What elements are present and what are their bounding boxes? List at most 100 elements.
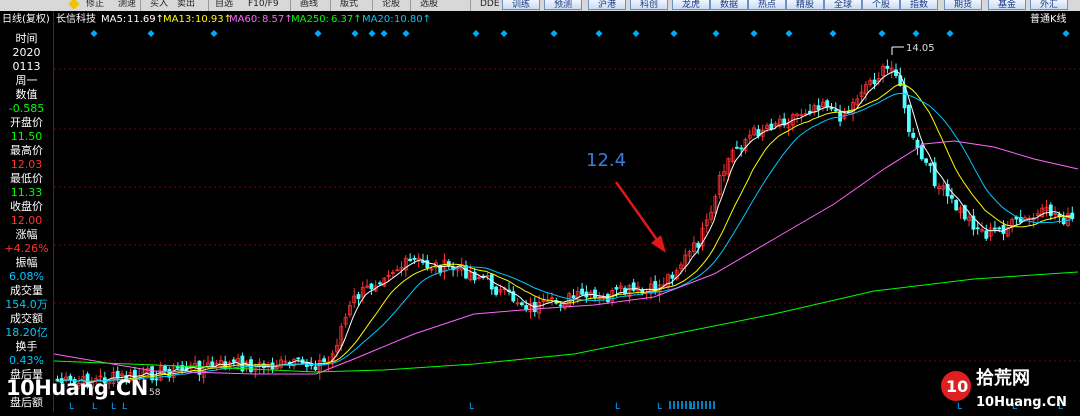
toolbar-button-7[interactable]: 精股 <box>786 0 824 10</box>
toolbar-separator <box>140 0 141 11</box>
toolbar-button-0[interactable]: 训练 <box>502 0 540 10</box>
high-price-marker: 14.05 <box>906 43 935 54</box>
amount-label: 成交额 <box>10 312 43 325</box>
toolbar-button-8[interactable]: 全球 <box>824 0 862 10</box>
candle-body <box>532 301 537 313</box>
candle-body <box>885 65 890 69</box>
candle-body <box>231 359 236 363</box>
toolbar-button-6[interactable]: 热点 <box>748 0 786 10</box>
event-letter-marker: L <box>111 402 116 412</box>
toolbar-button-1[interactable]: 预测 <box>544 0 582 10</box>
stock-name: 长信科技 <box>56 14 96 25</box>
toolbar-item-10[interactable]: DDE <box>480 0 500 10</box>
turnover-value: 0.43% <box>9 354 44 367</box>
year-value: 2020 <box>12 46 41 59</box>
event-marker-icon <box>785 29 793 38</box>
annotation-arrow-line <box>614 181 664 248</box>
ma20-label: MA20: <box>362 14 394 25</box>
candle-body <box>154 378 159 381</box>
event-marker-icon <box>368 29 376 38</box>
ma60-value: 8.57↑ <box>262 14 293 25</box>
kline-chart-canvas: L L L L L L L L L L L14.0558 <box>53 29 1080 412</box>
candle-body <box>356 294 361 300</box>
toolbar-button-11[interactable]: 期货 <box>944 0 982 10</box>
event-letter-marker: L <box>122 402 127 412</box>
candle-body <box>954 199 959 211</box>
candle-body <box>494 286 499 295</box>
toolbar-item-3[interactable]: 卖出 <box>177 0 195 10</box>
candle-body <box>412 258 417 260</box>
svg-text:10: 10 <box>946 377 968 396</box>
ma13-line <box>55 83 1071 383</box>
kline-chart[interactable]: L L L L L L L L L L L 14.05 58 <box>53 29 1080 412</box>
event-marker-icon <box>632 29 640 38</box>
toolbar-button-4[interactable]: 龙虎 <box>672 0 710 10</box>
candle-body <box>313 366 318 370</box>
ma13-label: MA13: <box>163 14 195 25</box>
candle-body <box>593 289 597 298</box>
ma5-value: 11.69↑ <box>127 14 165 25</box>
event-marker-icon <box>670 29 678 38</box>
high-value: 12.03 <box>10 158 43 171</box>
event-marker-icon <box>595 29 603 38</box>
candle-body <box>176 366 180 369</box>
candle-body <box>580 288 584 295</box>
volume-value: 154.0万 <box>5 298 48 311</box>
toolbar-button-10[interactable]: 指数 <box>900 0 938 10</box>
toolbar-item-9[interactable]: 选股 <box>420 0 438 10</box>
candle-body <box>739 147 744 150</box>
watermark-right-url: 10Huang.CN <box>976 395 1067 410</box>
toolbar-item-1[interactable]: 测速 <box>118 0 136 10</box>
ma13-value: 10.93↑ <box>195 14 233 25</box>
candle-body <box>975 227 980 230</box>
candle-body <box>1001 224 1006 234</box>
event-marker-icon <box>314 29 322 38</box>
chart-mode-selector[interactable]: 普通K线 <box>1030 11 1067 29</box>
toolbar-button-9[interactable]: 个股 <box>862 0 900 10</box>
candle-body <box>872 79 877 85</box>
candle-body <box>1048 204 1053 216</box>
toolbar-button-3[interactable]: 科创 <box>630 0 668 10</box>
open-value: 11.50 <box>10 130 43 143</box>
event-marker-icon <box>1062 29 1070 38</box>
ma20-line <box>55 92 1071 383</box>
toolbar-item-6[interactable]: 画线 <box>300 0 318 10</box>
volume-label: 成交量 <box>10 284 43 297</box>
event-marker-icon <box>380 29 388 38</box>
toolbar-item-4[interactable]: 自选 <box>215 0 233 10</box>
amount-value: 18.20亿 <box>5 326 48 339</box>
event-marker-icon <box>472 29 480 38</box>
candle-body <box>816 105 821 110</box>
candle-body <box>825 100 830 108</box>
toolbar-button-12[interactable]: 基金 <box>988 0 1026 10</box>
weekday-value: 周一 <box>15 74 38 87</box>
event-marker-icon <box>351 29 359 38</box>
candle-body <box>915 139 920 149</box>
candle-body <box>696 242 701 248</box>
toolbar-item-8[interactable]: 论股 <box>382 0 400 10</box>
toolbar-separator <box>330 0 331 11</box>
ma250-label: MA250: <box>291 14 329 25</box>
turnover-label: 换手 <box>15 340 38 353</box>
toolbar-item-7[interactable]: 版式 <box>340 0 358 10</box>
toolbar-item-5[interactable]: F10/F9 <box>248 0 279 10</box>
toolbar-button-13[interactable]: 外汇 <box>1030 0 1068 10</box>
ma-legend-bar: 日线(复权) 长信科技 MA5: 11.69↑ MA13: 10.93↑ MA6… <box>0 11 1080 29</box>
price-annotation: 12.4 <box>586 150 627 171</box>
toolbar-item-2[interactable]: 买入 <box>150 0 168 10</box>
candle-body <box>924 158 928 163</box>
toolbar-button-2[interactable]: 沪港 <box>588 0 626 10</box>
toolbar-separator <box>470 0 471 11</box>
period-label[interactable]: 日线(复权) <box>2 11 50 29</box>
toolbar-button-5[interactable]: 数据 <box>710 0 748 10</box>
candle-body <box>919 144 924 160</box>
candle-body <box>446 261 451 267</box>
toolbar-item-0[interactable]: 修正 <box>86 0 104 10</box>
candle-body <box>829 107 834 110</box>
toolbar-separator <box>410 0 411 11</box>
ma250-value: 6.37↑ <box>331 14 362 25</box>
ma5-label: MA5: <box>101 14 127 25</box>
event-letter-marker: L <box>69 402 74 412</box>
close-label: 收盘价 <box>10 200 43 213</box>
candle-body <box>833 109 838 112</box>
